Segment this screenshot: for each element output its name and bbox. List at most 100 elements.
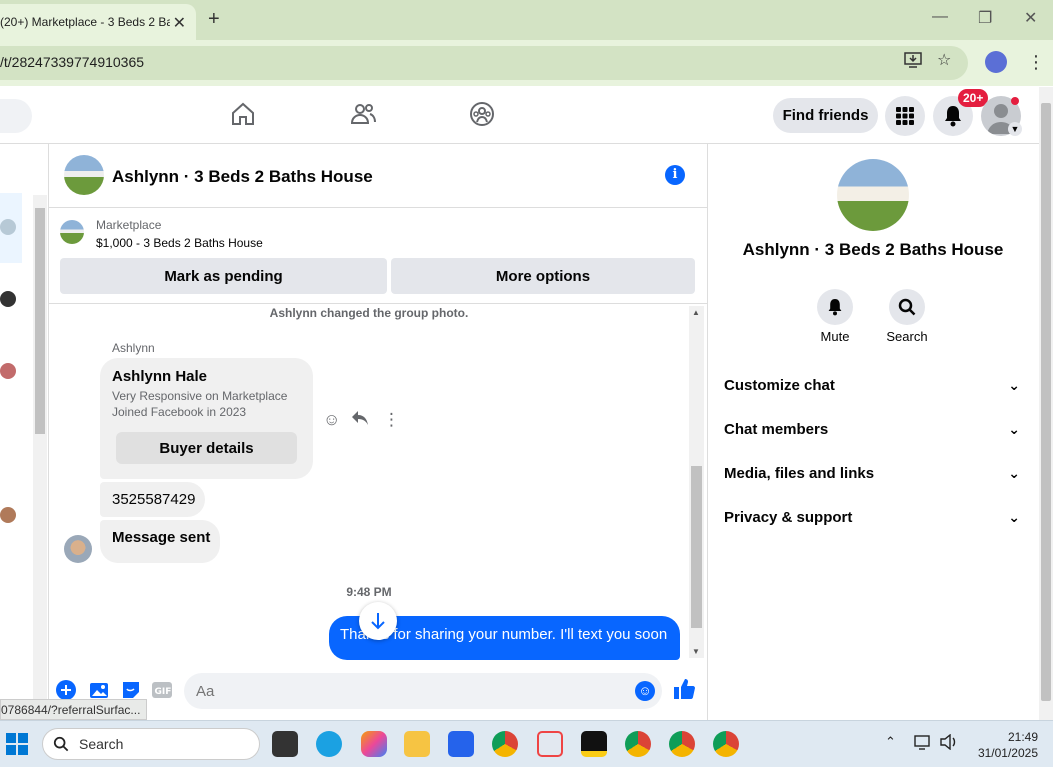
photo-icon[interactable] [89, 680, 109, 700]
chat-avatar[interactable] [64, 155, 104, 195]
microsoft-store-icon[interactable] [448, 731, 474, 757]
chrome-profile-icon[interactable] [625, 731, 651, 757]
chrome-profile-icon[interactable] [669, 731, 695, 757]
sender-name: Ashlynn [112, 341, 155, 355]
chat-list-scroll-thumb[interactable] [35, 208, 45, 434]
close-tab-icon[interactable]: ✕ [173, 13, 186, 33]
close-window-icon[interactable]: ✕ [1024, 8, 1037, 28]
react-emoji-icon[interactable]: ☺ [323, 410, 340, 430]
browser-tab[interactable]: (20+) Marketplace - 3 Beds 2 Ba ✕ [0, 4, 196, 40]
sender-avatar[interactable] [64, 535, 92, 563]
tray-chevron-up-icon[interactable]: ⌃ [885, 734, 896, 750]
emoji-icon[interactable]: ☺ [635, 681, 655, 701]
chrome-icon[interactable] [492, 731, 518, 757]
more-options-button[interactable]: More options [391, 258, 695, 294]
listing-title[interactable]: $1,000 - 3 Beds 2 Baths House [96, 236, 263, 250]
task-view-icon[interactable] [272, 731, 298, 757]
system-message: Ashlynn changed the group photo. [269, 306, 469, 320]
status-dot [1011, 97, 1019, 105]
facebook-header: Find friends 20+ ▼ [0, 87, 1039, 144]
scroll-up-arrow-icon[interactable]: ▲ [692, 308, 700, 317]
url-bar[interactable]: /t/28247339774910365 [0, 46, 968, 80]
chat-list-avatar[interactable] [0, 507, 16, 523]
menu-media-files-links[interactable]: Media, files and links ⌄ [724, 465, 1024, 489]
menu-label: Chat members [724, 421, 829, 438]
sticker-icon[interactable] [121, 680, 141, 700]
minimize-icon[interactable]: — [932, 8, 948, 26]
add-icon[interactable] [56, 680, 76, 700]
mute-label: Mute [820, 329, 850, 344]
groups-icon[interactable] [469, 101, 495, 127]
browser-menu-icon[interactable]: ⋮ [1027, 52, 1045, 73]
windows-start-icon[interactable] [6, 733, 28, 755]
panel-chat-title: Ashlynn · 3 Beds 2 Baths House [742, 240, 1004, 259]
chat-list-avatar[interactable] [0, 219, 16, 235]
new-tab-icon[interactable]: + [208, 8, 220, 31]
clock-date: 31/01/2025 [977, 746, 1038, 760]
search-in-chat-button[interactable] [889, 289, 925, 325]
scroll-down-button[interactable] [359, 602, 397, 640]
scroll-down-arrow-icon[interactable]: ▼ [692, 647, 700, 656]
page-scroll-thumb[interactable] [1041, 103, 1051, 701]
volume-icon[interactable] [940, 733, 958, 753]
reply-icon[interactable] [351, 410, 369, 431]
status-url-tooltip: 0786844/?referralSurfac... [0, 699, 148, 720]
menu-label: Customize chat [724, 377, 835, 394]
more-message-options-icon[interactable]: ⋮ [383, 410, 400, 430]
listing-thumbnail[interactable] [60, 220, 84, 244]
message-sent-text: Message sent [112, 529, 211, 546]
svg-text:GIF: GIF [155, 687, 172, 697]
bookmark-star-icon[interactable]: ☆ [937, 50, 951, 70]
menu-chat-members[interactable]: Chat members ⌄ [724, 421, 1024, 445]
copilot-icon[interactable] [361, 731, 387, 757]
grid-icon [896, 107, 914, 125]
system-clock[interactable]: 21:49 31/01/2025 [968, 729, 1038, 761]
chat-title[interactable]: Ashlynn · 3 Beds 2 Baths House [112, 167, 373, 187]
browser-profile-icon[interactable] [985, 51, 1007, 73]
install-app-icon[interactable] [904, 52, 922, 73]
bell-icon [945, 106, 961, 127]
browser-tabbar: (20+) Marketplace - 3 Beds 2 Ba ✕ + — ❐ … [0, 0, 1053, 40]
menu-label: Media, files and links [724, 465, 875, 482]
find-friends-button[interactable]: Find friends [773, 98, 878, 133]
sticky-notes-icon[interactable] [581, 731, 607, 757]
message-input[interactable] [184, 673, 662, 709]
gif-icon[interactable]: GIF [151, 680, 172, 700]
search-icon [53, 736, 69, 752]
menu-privacy-support[interactable]: Privacy & support ⌄ [724, 509, 1024, 533]
friends-icon[interactable] [350, 101, 376, 127]
marketplace-label: Marketplace [96, 218, 162, 232]
phone-number: 3525587429 [112, 491, 196, 508]
chrome-profile-icon[interactable] [713, 731, 739, 757]
file-explorer-icon[interactable] [404, 731, 430, 757]
restore-icon[interactable]: ❐ [978, 8, 992, 28]
chevron-down-icon: ⌄ [1008, 465, 1020, 481]
bell-icon [828, 299, 842, 316]
menu-grid-button[interactable] [885, 96, 925, 136]
mute-button[interactable] [817, 289, 853, 325]
thumbs-up-icon[interactable] [673, 678, 695, 706]
chat-list-avatar[interactable] [0, 363, 16, 379]
chevron-down-icon[interactable]: ▼ [1008, 122, 1022, 136]
status-url-text: 0786844/?referralSurfac... [1, 703, 141, 717]
chevron-down-icon: ⌄ [1008, 509, 1020, 525]
address-bar-area: /t/28247339774910365 ☆ [0, 40, 1053, 86]
search-field-stub[interactable] [0, 99, 32, 133]
menu-label: Privacy & support [724, 509, 853, 526]
info-icon[interactable]: i [665, 165, 685, 185]
message-timestamp: 9:48 PM [346, 585, 392, 599]
taskbar-search-label: Search [79, 736, 124, 752]
chevron-down-icon: ⌄ [1008, 377, 1020, 393]
mark-as-pending-button[interactable]: Mark as pending [60, 258, 387, 294]
network-icon[interactable] [914, 734, 932, 753]
taskbar-search[interactable]: Search [42, 728, 260, 760]
menu-customize-chat[interactable]: Customize chat ⌄ [724, 377, 1024, 401]
snipping-tool-icon[interactable] [537, 731, 563, 757]
group-photo[interactable] [837, 159, 909, 231]
chat-scroll-thumb[interactable] [691, 466, 702, 628]
buyer-details-button[interactable]: Buyer details [116, 432, 297, 464]
home-icon[interactable] [230, 101, 256, 127]
chevron-down-icon: ⌄ [1008, 421, 1020, 437]
chat-list-avatar[interactable] [0, 291, 16, 307]
edge-browser-icon[interactable] [316, 731, 342, 757]
